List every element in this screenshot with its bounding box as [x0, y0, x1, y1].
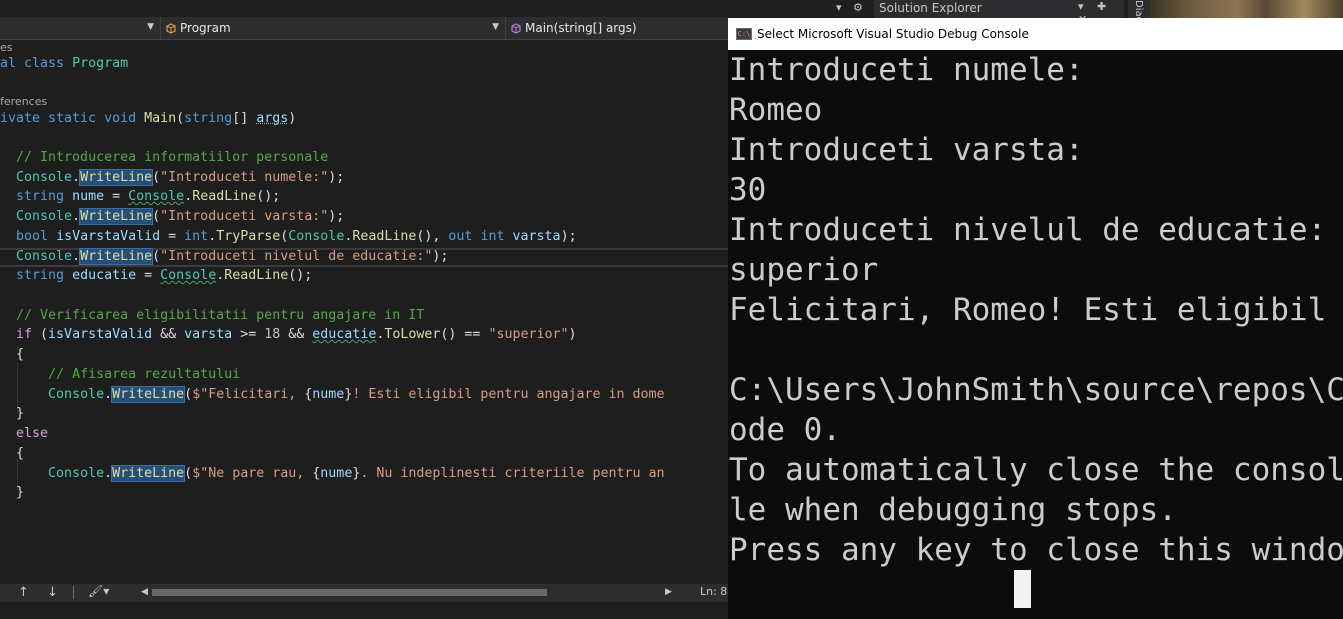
console-line: 30 — [729, 172, 767, 208]
previous-issue-button[interactable]: ↑ — [18, 585, 29, 600]
line-indicator: Ln: 8 — [700, 585, 728, 598]
console-line: Press any key to close this windo — [729, 532, 1343, 568]
code-line: string nume = Console.ReadLine(); — [16, 189, 281, 204]
editor-top-strip — [0, 0, 728, 17]
code-line: } — [0, 485, 25, 500]
code-line: if (isVarstaValid && varsta >= 18 && edu… — [16, 327, 577, 342]
console-output: Introduceti numele: Romeo Introduceti va… — [729, 50, 1343, 570]
code-line: { — [0, 446, 25, 461]
navigation-bar: ▼ Program ▼ Main(string[] args) — [0, 17, 728, 40]
console-line: Felicitari, Romeo! Esti eligibil — [729, 292, 1327, 328]
console-app-icon: C:\ — [736, 28, 752, 40]
code-line: string educatie = Console.ReadLine(); — [16, 268, 313, 283]
code-line: Console.WriteLine("Introduceti varsta:")… — [16, 208, 345, 225]
code-line: else — [16, 426, 49, 441]
console-line: le when debugging stops. — [729, 492, 1177, 528]
console-line: To automatically close the consol — [729, 452, 1343, 488]
console-line: superior — [729, 252, 879, 288]
scroll-left-icon[interactable]: ◀ — [141, 587, 148, 597]
desktop-background — [1150, 0, 1343, 18]
scrollbar-thumb[interactable] — [152, 589, 547, 596]
console-title: Select Microsoft Visual Studio Debug Con… — [757, 27, 1029, 41]
class-icon — [166, 22, 176, 34]
code-line: Console.WriteLine($"Felicitari, {nume}! … — [48, 386, 665, 403]
code-line: } — [0, 406, 25, 421]
console-line: ode 0. — [729, 412, 841, 448]
horizontal-scrollbar[interactable] — [152, 588, 662, 597]
project-dropdown[interactable]: ▼ — [0, 17, 160, 39]
console-line: Introduceti nivelul de educatie: — [729, 212, 1327, 248]
console-line: Introduceti varsta: — [729, 132, 1084, 168]
code-line: ivate static void Main(string[] args) — [0, 111, 297, 126]
code-line: // Introducerea informatiilor personale — [16, 150, 329, 165]
code-editor[interactable]: ▼ Program ▼ Main(string[] args) es al cl… — [0, 0, 728, 619]
class-dropdown-label: Program — [180, 21, 231, 35]
method-icon — [511, 22, 521, 34]
solution-explorer-title: Solution Explorer — [879, 1, 982, 15]
console-line: C:\Users\JohnSmith\source\repos\C — [729, 372, 1343, 408]
editor-bottom-strip — [0, 602, 728, 619]
code-line: Console.WriteLine("Introduceti numele:")… — [16, 169, 345, 186]
member-dropdown[interactable]: Main(string[] args) — [505, 17, 728, 39]
debug-console-window[interactable]: C:\ Select Microsoft Visual Studio Debug… — [728, 18, 1343, 619]
code-line: bool isVarstaValid = int.TryParse(Consol… — [16, 229, 577, 244]
diagnostics-tab[interactable]: Diag — [1128, 0, 1150, 18]
code-line: // Afisarea rezultatului — [48, 367, 241, 382]
console-cursor — [1014, 570, 1031, 608]
member-dropdown-label: Main(string[] args) — [525, 21, 637, 35]
code-line: Console.WriteLine($"Ne pare rau, {nume}.… — [48, 465, 665, 482]
chevron-down-icon: ▼ — [147, 22, 154, 32]
solution-explorer-header: Solution Explorer ▾ ✚ ✕ — [874, 0, 1124, 26]
code-line: al class Program — [0, 56, 129, 71]
title-strip: ▾ ⚙ — [728, 0, 874, 18]
chevron-down-icon: ▼ — [492, 22, 499, 32]
codelens-references[interactable]: es — [0, 41, 13, 55]
class-dropdown[interactable]: Program ▼ — [160, 17, 505, 39]
console-line: Introduceti numele: — [729, 52, 1084, 88]
code-area[interactable]: es al class Program ferences ivate stati… — [0, 40, 728, 585]
scroll-right-icon[interactable]: ▶ — [665, 587, 672, 597]
code-line: Console.WriteLine("Introduceti nivelul d… — [16, 248, 449, 265]
brush-icon[interactable]: 🖌▾ — [88, 584, 109, 598]
console-title-bar[interactable]: C:\ Select Microsoft Visual Studio Debug… — [728, 18, 1343, 50]
console-line: Romeo — [729, 92, 823, 128]
code-line: // Verificarea eligibilitatii pentru ang… — [16, 308, 425, 323]
next-issue-button[interactable]: ↓ — [47, 585, 58, 600]
code-line: { — [0, 347, 25, 362]
divider — [73, 586, 74, 599]
window-menu-icon[interactable]: ▾ ⚙ — [836, 1, 867, 14]
codelens-references[interactable]: ferences — [0, 95, 47, 109]
